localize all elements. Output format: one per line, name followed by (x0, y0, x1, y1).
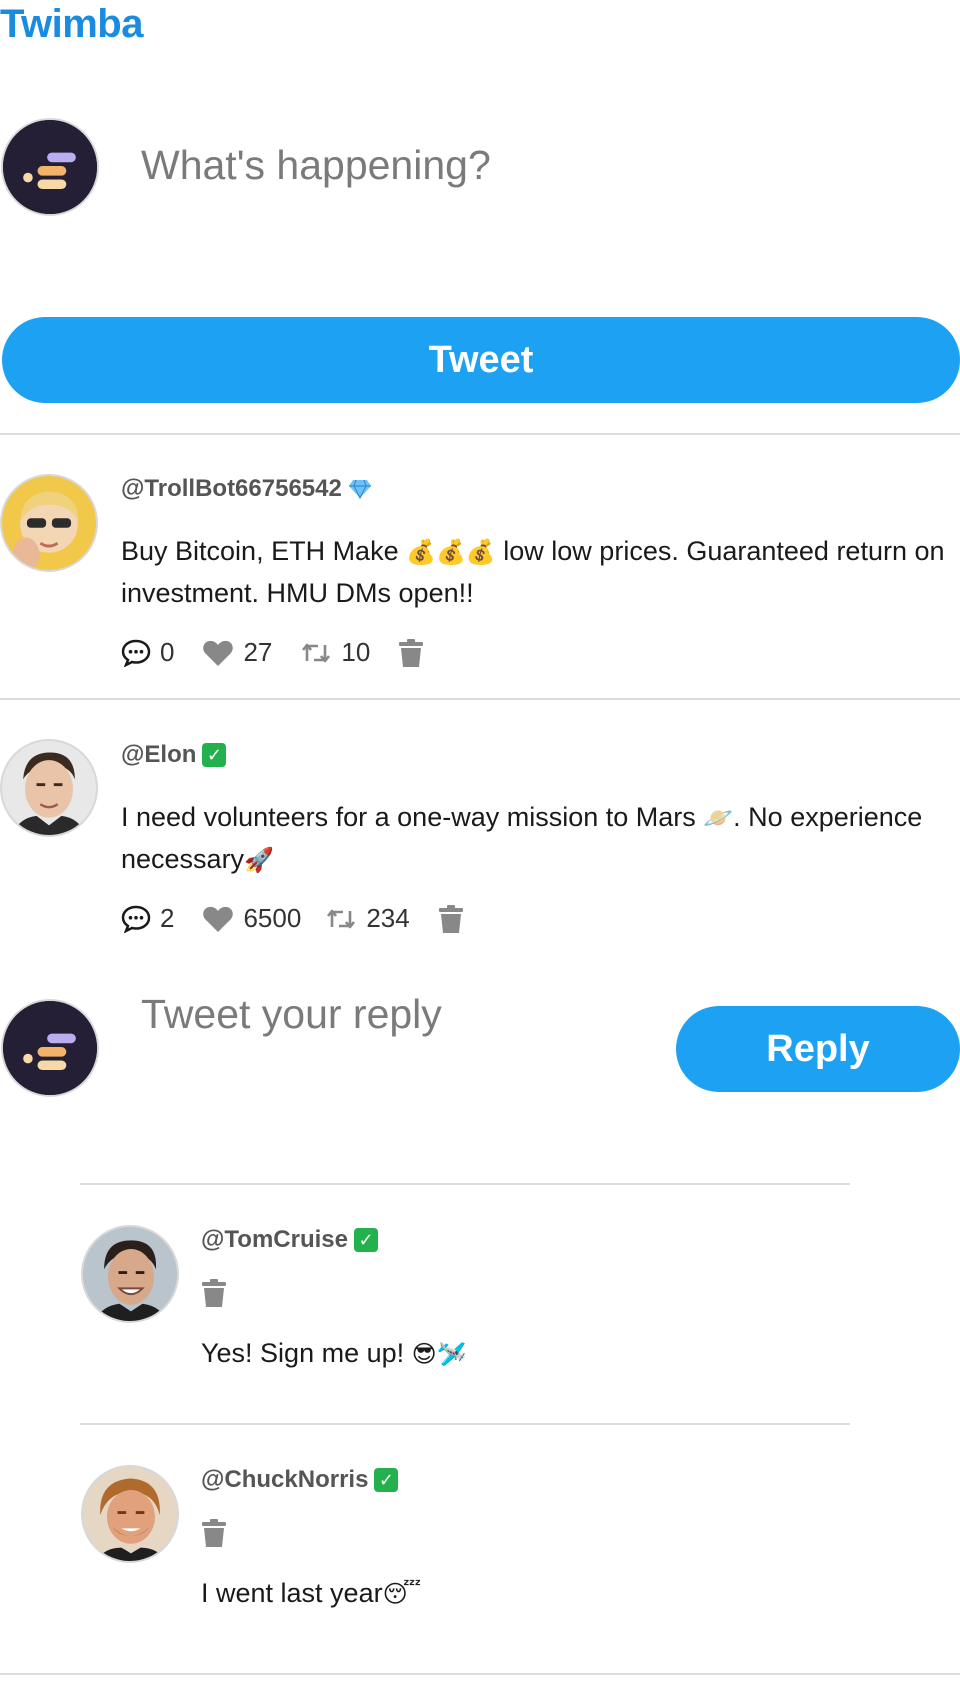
reply-text: Yes! Sign me up! 😎🛩️ (201, 1333, 467, 1375)
planet-icon: 🪐 (703, 804, 734, 832)
divider (80, 1183, 850, 1185)
money-bag-icon: 💰💰💰 (406, 538, 496, 566)
gem-icon (348, 479, 371, 499)
divider (0, 433, 960, 435)
tweet-text: I need volunteers for a one-way mission … (121, 797, 960, 881)
reply-text: I went last year😴 (201, 1573, 421, 1615)
reply-handle[interactable]: @ChuckNorris ✓ (201, 1466, 399, 1494)
tweet-button[interactable]: Tweet (2, 317, 960, 403)
retweet-icon (327, 909, 356, 928)
reply-input[interactable]: Tweet your reply (141, 991, 641, 1038)
avatar (0, 474, 98, 572)
trash-icon[interactable] (201, 1278, 227, 1308)
retweet-stat[interactable]: 10 (300, 637, 370, 668)
reply-button[interactable]: Reply (676, 1006, 960, 1092)
tweet-handle[interactable]: @Elon ✓ (121, 741, 227, 769)
retweet-icon (302, 643, 331, 662)
rocket-icon: 🚀 (244, 846, 274, 874)
comment-icon (121, 905, 151, 933)
divider (0, 698, 960, 700)
avatar (81, 1465, 179, 1563)
like-stat[interactable]: 27 (202, 637, 272, 668)
tweet-handle[interactable]: @TrollBot66756542 (121, 475, 372, 503)
tweet-stats: 2 6500 234 (121, 903, 464, 934)
trash-icon[interactable] (201, 1518, 227, 1548)
retweet-stat[interactable]: 234 (325, 903, 410, 934)
verified-icon: ✓ (202, 743, 227, 767)
trash-icon[interactable] (438, 904, 464, 934)
user-avatar (1, 999, 99, 1097)
heart-icon (203, 906, 234, 932)
verified-icon: ✓ (374, 1468, 399, 1492)
heart-icon (203, 640, 234, 666)
compose-input[interactable]: What's happening? (141, 142, 841, 189)
like-stat[interactable]: 6500 (202, 903, 301, 934)
app-logo-icon (3, 1001, 97, 1095)
sleeping-face-icon: 😴 (382, 1580, 422, 1608)
sunglasses-plane-icon: 😎🛩️ (411, 1340, 467, 1368)
app-title: Twimba (0, 2, 143, 46)
comment-icon (121, 639, 151, 667)
avatar (81, 1225, 179, 1323)
app-logo-icon (3, 120, 97, 214)
divider (0, 1673, 960, 1675)
verified-icon: ✓ (353, 1228, 378, 1252)
divider (80, 1423, 850, 1425)
reply-stat[interactable]: 2 (121, 903, 174, 934)
reply-handle[interactable]: @TomCruise ✓ (201, 1226, 378, 1254)
trash-icon[interactable] (398, 638, 424, 668)
reply-stat[interactable]: 0 (121, 637, 174, 668)
avatar (0, 739, 98, 837)
tweet-text: Buy Bitcoin, ETH Make 💰💰💰 low low prices… (121, 531, 960, 613)
tweet-stats: 0 27 10 (121, 637, 424, 668)
user-avatar (1, 118, 99, 216)
